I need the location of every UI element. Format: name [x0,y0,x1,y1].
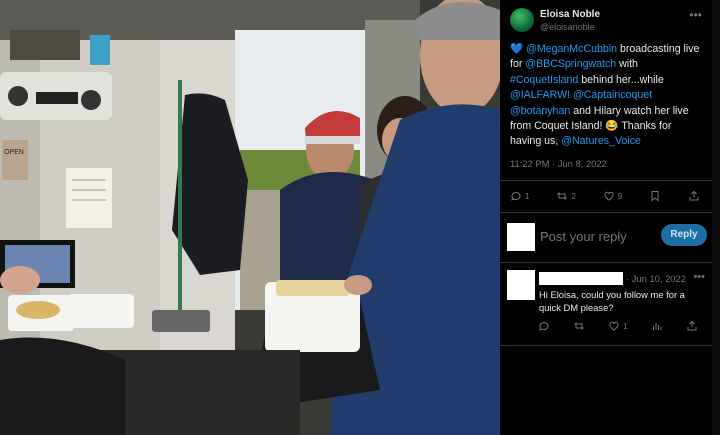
bookmark-action[interactable] [649,190,661,202]
more-options-icon[interactable]: ••• [689,8,702,22]
reply-input[interactable]: Post your reply [540,229,627,244]
reply-icon [511,191,521,201]
like-icon [609,321,619,331]
comment-more-icon[interactable]: ••• [693,271,705,283]
divider [500,212,712,213]
comment-like-count: 1 [623,321,628,331]
tweet-photo[interactable]: OPEN [0,0,500,435]
reply-composer: Post your reply Reply [507,222,707,254]
share-action[interactable] [688,190,700,202]
photo-scene: OPEN [0,0,500,435]
comment-reply-action[interactable] [538,320,550,332]
comment-like-action[interactable]: 1 [608,320,628,332]
reply-button[interactable]: Reply [661,224,707,246]
reply-icon [539,321,549,331]
comment-share-action[interactable] [686,320,698,332]
retweet-icon [557,192,568,200]
views-icon [652,323,662,330]
reply-action[interactable]: 1 [510,190,529,202]
commenter-name-redacted [539,272,623,285]
tweet-actions: 1 2 9 [510,188,700,204]
blue-heart-icon: 💙 [510,43,524,55]
comment-actions: 1 [538,318,698,334]
tweet-author[interactable]: Eloisa Noble @eloisanoble ••• [510,8,706,34]
author-handle[interactable]: @eloisanoble [540,22,595,32]
bookmark-icon [651,191,659,202]
comment-retweet-action[interactable] [573,320,585,332]
divider [500,345,712,346]
comment-date[interactable]: · Jun 10, 2022 [626,273,686,284]
retweet-count: 2 [571,191,576,201]
tweet-panel: Eloisa Noble @eloisanoble ••• 💙 @MeganMc… [500,0,712,435]
comment-views-action[interactable] [651,320,663,332]
retweet-icon [574,322,584,330]
wall-sign-text: OPEN [4,149,24,156]
author-name[interactable]: Eloisa Noble [540,9,600,20]
mention-link[interactable]: @MeganMcCubbin [526,43,617,55]
retweet-action[interactable]: 2 [556,190,576,202]
mention-link[interactable]: @Captaincoquet [573,89,652,101]
comment-text: Hi Eloisa, could you follow me for a qui… [539,289,685,314]
divider [500,180,712,181]
share-icon [687,320,697,331]
mention-link[interactable]: @botanyhan [510,105,570,117]
mention-link[interactable]: @IALFARW! [510,89,570,101]
viewer-avatar [507,223,535,251]
tweet-text-segment: behind her...while [578,73,664,86]
scrollbar[interactable] [712,0,720,435]
author-avatar[interactable] [510,8,534,32]
tweet-timestamp[interactable]: 11:22 PM · Jun 8, 2022 [510,158,607,169]
like-action[interactable]: 9 [603,190,622,202]
commenter-avatar[interactable] [507,270,535,300]
reply-count: 1 [525,191,530,201]
mention-link[interactable]: #CoquetIsland [510,74,578,86]
like-icon [604,191,614,201]
mention-link[interactable]: @Natures_Voice [561,135,641,147]
divider [500,262,712,263]
share-icon [689,190,699,201]
tweet-text-segment: with [616,58,638,71]
tweet-text: 💙 @MeganMcCubbin broadcasting live for @… [510,42,702,150]
mention-link[interactable]: @BBCSpringwatch [525,58,616,70]
like-count: 9 [617,191,623,201]
